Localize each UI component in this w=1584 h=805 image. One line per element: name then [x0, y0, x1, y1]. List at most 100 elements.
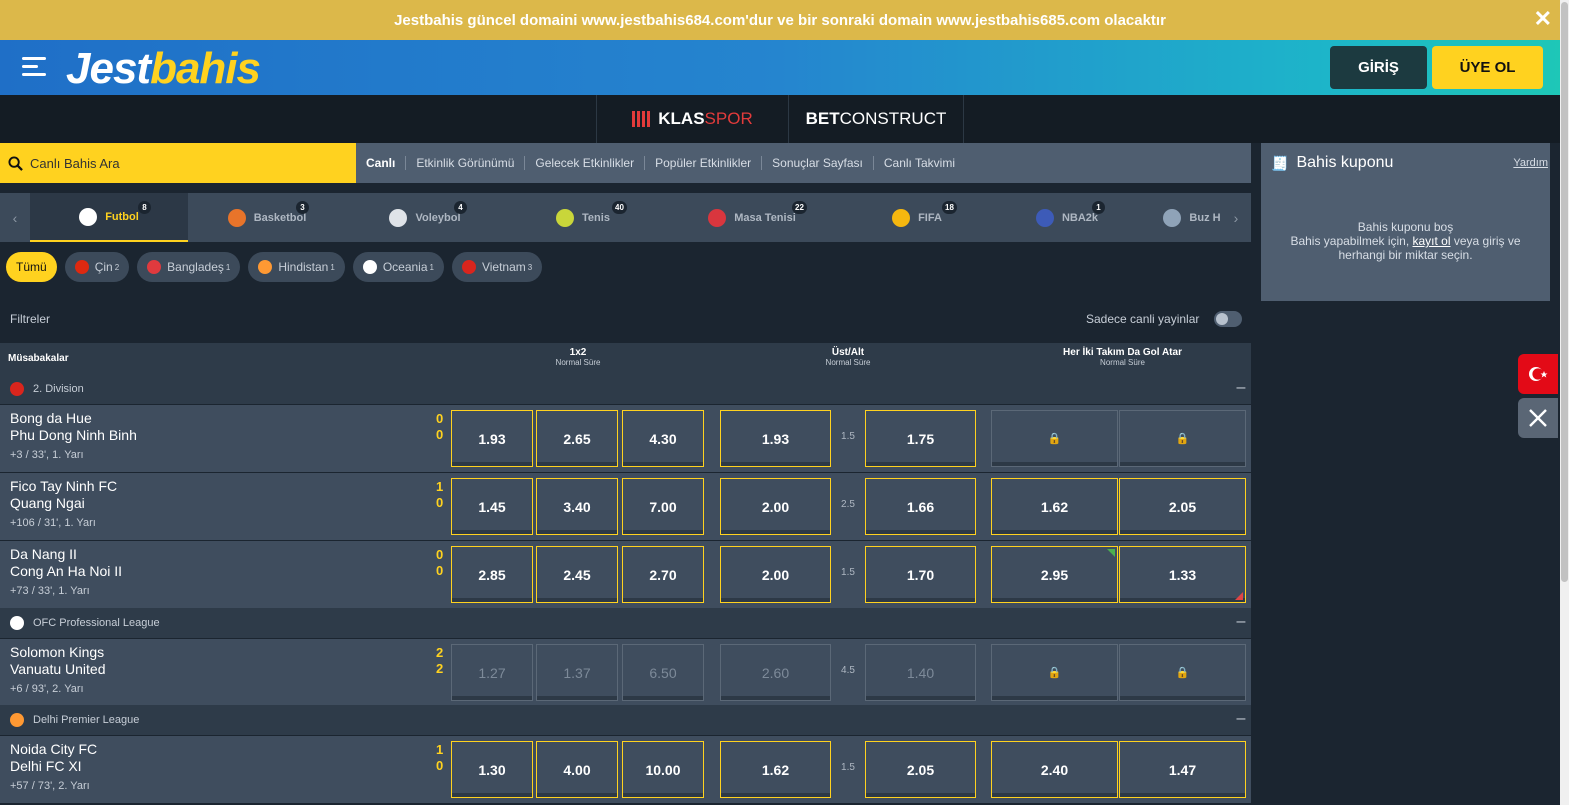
- league-name: 2. Division: [33, 383, 84, 395]
- nav-popular[interactable]: Popüler Etkinlikler: [645, 156, 763, 170]
- odd-no[interactable]: 🔒: [1119, 644, 1246, 701]
- home-team: Solomon Kings: [10, 644, 105, 660]
- filters-label[interactable]: Filtreler: [10, 312, 50, 326]
- match-row[interactable]: Bong da Hue Phu Dong Ninh Binh +3 / 33', 1…: [0, 405, 1251, 472]
- chip-country-0[interactable]: Tümü: [6, 252, 57, 282]
- chip-country-5[interactable]: Vietnam 3: [451, 252, 543, 282]
- league-header[interactable]: Delhi Premier League –: [0, 705, 1251, 735]
- collapse-icon[interactable]: –: [1235, 614, 1247, 630]
- sport-count-badge: 22: [792, 201, 807, 214]
- close-icon[interactable]: ✕: [1534, 6, 1552, 32]
- tab-sport-2[interactable]: Voleybol 4: [346, 193, 504, 242]
- chevron-left-icon[interactable]: ‹: [0, 193, 30, 242]
- odd-under[interactable]: 2.05: [865, 741, 976, 798]
- odd-over[interactable]: 2.00: [720, 546, 831, 603]
- odd-o2[interactable]: 2.70: [622, 546, 704, 603]
- odd-yes[interactable]: 🔒: [991, 644, 1118, 701]
- odd-over[interactable]: 1.93: [720, 410, 831, 467]
- match-row[interactable]: Fico Tay Ninh FC Quang Ngai +106 / 31', 1.…: [0, 473, 1251, 540]
- odd-yes[interactable]: 🔒: [991, 410, 1118, 467]
- sport-label: Futbol: [105, 210, 139, 223]
- odd-o2[interactable]: 10.00: [622, 741, 704, 798]
- odd-ox[interactable]: 1.37: [536, 644, 618, 701]
- register-link[interactable]: kayıt ol: [1413, 234, 1451, 248]
- scrollbar[interactable]: [1560, 0, 1569, 805]
- match-row[interactable]: Da Nang II Cong An Ha Noi II +73 / 33', 1.…: [0, 541, 1251, 608]
- search-icon[interactable]: [0, 143, 30, 183]
- odd-under[interactable]: 1.75: [865, 410, 976, 467]
- tab-sport-1[interactable]: Basketbol 3: [188, 193, 346, 242]
- odd-ox[interactable]: 2.45: [536, 546, 618, 603]
- odd-under[interactable]: 1.40: [865, 644, 976, 701]
- country-flag-icon: [147, 260, 162, 274]
- odd-o1[interactable]: 1.93: [451, 410, 533, 467]
- chip-country-1[interactable]: Çin 2: [64, 252, 130, 282]
- register-button[interactable]: ÜYE OL: [1432, 46, 1543, 89]
- sport-label: Buz H: [1189, 211, 1221, 224]
- odd-over[interactable]: 2.00: [720, 478, 831, 535]
- odd-o2[interactable]: 7.00: [622, 478, 704, 535]
- live-only-toggle[interactable]: [1214, 311, 1242, 327]
- odd-no[interactable]: 🔒: [1119, 410, 1246, 467]
- odd-ox[interactable]: 2.65: [536, 410, 618, 467]
- chip-country-3[interactable]: Hindistan 1: [248, 252, 345, 282]
- odd-under[interactable]: 1.66: [865, 478, 976, 535]
- page-edge: [1569, 0, 1584, 805]
- nav-upcoming[interactable]: Gelecek Etkinlikler: [525, 156, 646, 170]
- odd-yes[interactable]: 2.95: [991, 546, 1118, 603]
- odd-o1[interactable]: 1.30: [451, 741, 533, 798]
- nav-live-calendar[interactable]: Canlı Takvimi: [874, 156, 965, 170]
- chip-label: Vietnam: [481, 260, 526, 274]
- odd-over[interactable]: 2.60: [720, 644, 831, 701]
- league-header[interactable]: 2. Division –: [0, 374, 1251, 404]
- bet-slip-empty-text: Bahis kuponu boş Bahis yapabilmek için, …: [1290, 220, 1521, 262]
- search-input[interactable]: [30, 143, 350, 183]
- language-flag-button[interactable]: [1518, 354, 1558, 394]
- tab-sport-3[interactable]: Tenis 40: [504, 193, 662, 242]
- odd-yes[interactable]: 2.40: [991, 741, 1118, 798]
- tab-sport-5[interactable]: FIFA 18: [842, 193, 992, 242]
- tab-sport-6[interactable]: NBA2k 1: [992, 193, 1142, 242]
- nav-results[interactable]: Sonuçlar Sayfası: [762, 156, 874, 170]
- odd-o1[interactable]: 2.85: [451, 546, 533, 603]
- help-link[interactable]: Yardım: [1513, 157, 1548, 169]
- nav-live[interactable]: Canlı: [356, 156, 407, 170]
- collapse-icon[interactable]: –: [1235, 380, 1247, 396]
- tab-sport-4[interactable]: Masa Tenisi 22: [662, 193, 842, 242]
- logo[interactable]: Jestbahis: [66, 44, 261, 94]
- country-flag-icon: [258, 260, 273, 274]
- chip-count: 1: [330, 262, 335, 272]
- menu-icon[interactable]: [22, 57, 46, 77]
- league-header[interactable]: OFC Professional League –: [0, 608, 1251, 638]
- odd-under[interactable]: 1.70: [865, 546, 976, 603]
- odd-over[interactable]: 1.62: [720, 741, 831, 798]
- tab-sport-0[interactable]: Futbol 8: [30, 193, 188, 242]
- live-only-label: Sadece canli yayinlar: [1086, 312, 1200, 326]
- odd-value: 1.47: [1168, 761, 1197, 778]
- match-row[interactable]: Solomon Kings Vanuatu United +6 / 93', 2. …: [0, 639, 1251, 706]
- odd-no[interactable]: 1.33: [1119, 546, 1246, 603]
- odd-yes[interactable]: 1.62: [991, 478, 1118, 535]
- odd-ox[interactable]: 3.40: [536, 478, 618, 535]
- collapse-icon[interactable]: –: [1235, 711, 1247, 727]
- odd-no[interactable]: 2.05: [1119, 478, 1246, 535]
- match-row[interactable]: Noida City FC Delhi FC XI +57 / 73', 2. Ya…: [0, 736, 1251, 803]
- search-bar: [0, 143, 356, 183]
- partner-klasspor[interactable]: KLAS SPOR: [596, 95, 788, 143]
- chip-country-4[interactable]: Oceania 1: [352, 252, 444, 282]
- odd-value: 6.50: [649, 664, 677, 681]
- odd-ox[interactable]: 4.00: [536, 741, 618, 798]
- nav-event-view[interactable]: Etkinlik Görünümü: [406, 156, 526, 170]
- odd-value: 2.60: [761, 664, 790, 681]
- odd-o2[interactable]: 4.30: [622, 410, 704, 467]
- odd-o1[interactable]: 1.27: [451, 644, 533, 701]
- chip-country-2[interactable]: Bangladeş 1: [137, 252, 241, 282]
- partner-betconstruct[interactable]: BET CONSTRUCT: [788, 95, 964, 143]
- close-side-panel-button[interactable]: [1518, 398, 1558, 438]
- odd-value: 2.95: [1040, 566, 1069, 583]
- odd-o1[interactable]: 1.45: [451, 478, 533, 535]
- chevron-right-icon[interactable]: ›: [1221, 193, 1251, 242]
- odd-o2[interactable]: 6.50: [622, 644, 704, 701]
- login-button[interactable]: GİRİŞ: [1330, 46, 1427, 89]
- odd-no[interactable]: 1.47: [1119, 741, 1246, 798]
